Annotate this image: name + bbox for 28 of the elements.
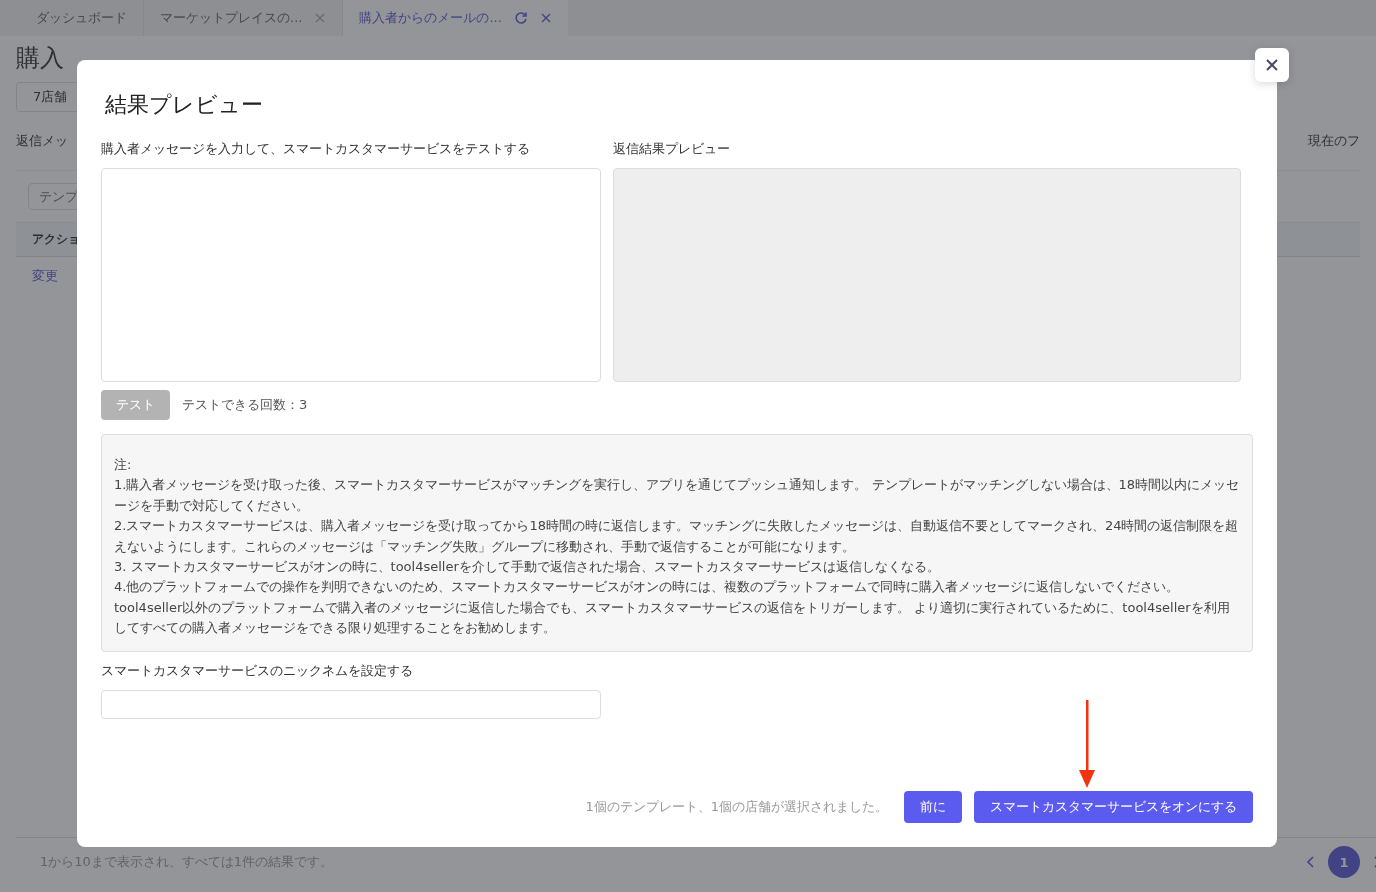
close-button[interactable]: [1255, 48, 1289, 82]
refresh-icon[interactable]: [513, 11, 528, 25]
message-input[interactable]: [101, 168, 601, 382]
nickname-label: スマートカスタマーサービスのニックネムを設定する: [101, 661, 413, 680]
tab[interactable]: 購入者からのメールの...: [343, 0, 568, 36]
action-button[interactable]: 前に: [904, 791, 962, 823]
page-title: 購入: [16, 44, 64, 72]
note-text: 1.購入者メッセージを受け取った後、スマートカスタマーサービスがマッチングを実行し、アプリを通じてプッシュ通知します。 テンプレートがマッチングしない場合は、18時間以内にメッセージを手動で対応してください。: [114, 476, 1240, 515]
note-text: 3. スマートカスタマーサービスがオンの時に、tool4sellerを介して手動で返信された場合、スマートカスタマーサービスは返信しなくなる。: [114, 558, 941, 577]
reply-label: 返信メッ: [16, 132, 68, 150]
column-header: アクショ: [32, 232, 80, 246]
page-button[interactable]: 1: [1328, 846, 1360, 878]
edit-link[interactable]: 変更: [32, 268, 58, 283]
previous-page-icon[interactable]: [1306, 855, 1316, 869]
close-icon: [1265, 58, 1279, 72]
close-icon[interactable]: [314, 12, 327, 24]
note-text: 4.他のプラットフォームでの操作を判明できないのため、スマートカスタマーサービスがオンの時には、複数のプラットフォームで同時に購入者メッセージに返信しないでください。 tool4seller以外のプラットフォームで購入者のメッセージに返信した場合でも、スマートカスタマーサービスの返信をトリガーします。 より適切に実行されているために、tool4sellerを利用してすべての購入者メッセージをできる限り処理することをお勧めします。: [114, 578, 1231, 638]
close-icon[interactable]: [539, 12, 552, 24]
selection-status: 1個のテンプレート、1個の店舗が選択されました。: [585, 798, 888, 816]
nickname-field[interactable]: [101, 689, 601, 719]
preview-label: 返信結果プレビュー: [613, 140, 730, 158]
notes-heading: 注:: [114, 456, 133, 474]
input-label: 購入者メッセージを入力して、スマートカスタマーサービスをテストする: [101, 140, 530, 158]
current-label: 現在のフ: [1308, 132, 1360, 150]
action-button[interactable]: スマートカスタマーサービスをオンにする: [974, 791, 1253, 823]
test-count: テストできる回数：3: [182, 396, 308, 414]
dialog-title: 結果プレビュー: [105, 91, 263, 119]
note-text: 2.スマートカスタマーサービスは、購入者メッセージを受け取ってから18時間の時に返信します。マッチングに失敗したメッセージは、自動返信不要としてマークされ、24時間の返信制限を超えないようにします。これらのメッセージは「マッチング失敗」グループに移動され、手動で返信することが可能になります。: [114, 517, 1240, 556]
